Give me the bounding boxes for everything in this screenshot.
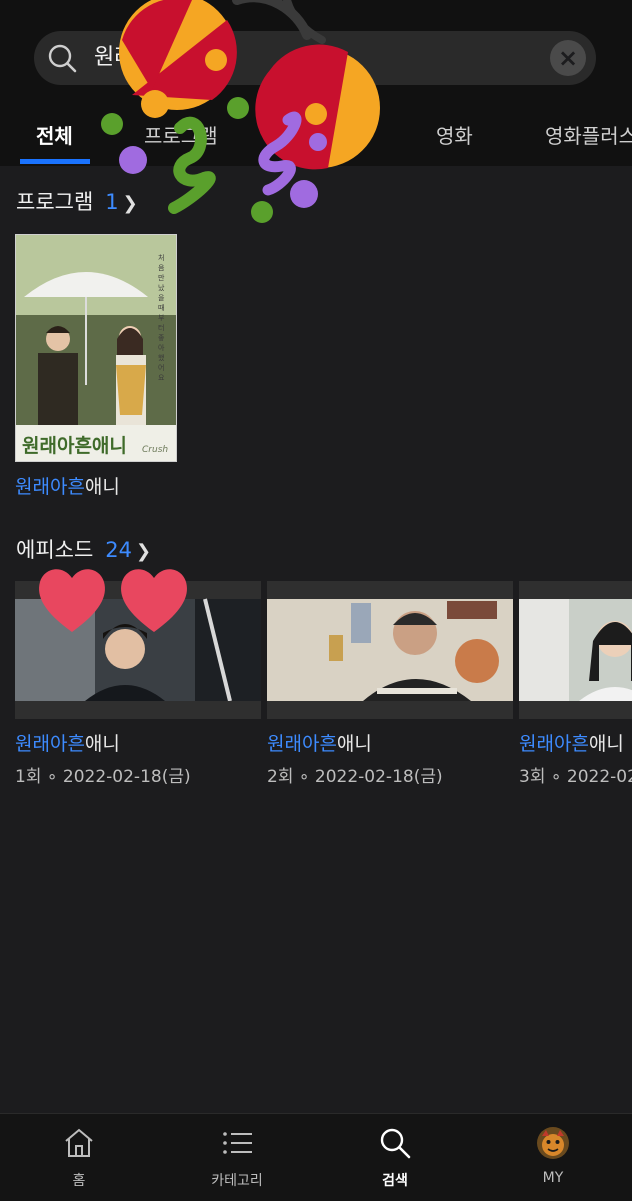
episode-title[interactable]: 원래아흔애니	[519, 729, 632, 756]
episode-title-match: 원래아흔	[15, 733, 85, 755]
nav-home[interactable]: 홈	[29, 1126, 129, 1190]
nav-category-label: 카테고리	[211, 1173, 263, 1189]
search-icon	[48, 44, 77, 73]
episode-title[interactable]: 원래아흔애니	[15, 729, 261, 756]
episode-card[interactable]: 원래아흔애니 3회 ∘ 2022-02	[519, 581, 632, 787]
episodes-section-header[interactable]: 에피소드 24 ❯	[16, 534, 151, 564]
tab-programs[interactable]: 프로그램	[144, 120, 218, 149]
poster-image	[16, 235, 176, 461]
tab-bar: 전체 프로그램 영화 영화플러스	[0, 110, 632, 166]
header: 원래아흔애니 × 전체 프로그램 영화 영화플러스	[0, 0, 632, 166]
episode-meta: 3회 ∘ 2022-02	[519, 767, 632, 787]
nav-category[interactable]: 카테고리	[187, 1126, 287, 1190]
nav-home-label: 홈	[72, 1173, 86, 1189]
episode-meta: 2회 ∘ 2022-02-18(금)	[267, 767, 443, 787]
program-poster[interactable]: 원래아흔애니 Crush 처음 만났을때부터 좋아했어요	[15, 234, 177, 462]
tab-movies-plus[interactable]: 영화플러스	[545, 120, 632, 149]
episode-title-rest: 애니	[588, 733, 624, 755]
hearts-decoration	[39, 569, 187, 632]
tab-all[interactable]: 전체	[36, 120, 73, 149]
episode-card[interactable]: 원래아흔애니 2회 ∘ 2022-02-18(금)	[267, 581, 513, 787]
tab-movies[interactable]: 영화	[436, 120, 473, 149]
nav-search-label: 검색	[382, 1173, 408, 1189]
episode-title-rest: 애니	[84, 733, 120, 755]
programs-section-header[interactable]: 프로그램 1 ❯	[16, 186, 138, 216]
programs-header-label: 프로그램	[16, 190, 94, 214]
episode-meta: 1회 ∘ 2022-02-18(금)	[15, 767, 191, 787]
episode-thumbnail[interactable]	[267, 581, 513, 719]
home-icon	[65, 1128, 93, 1157]
poster-subtitle-text: Crush	[142, 445, 169, 455]
chevron-right-icon: ❯	[122, 193, 138, 214]
nav-my[interactable]: MY	[503, 1126, 603, 1186]
episode-title-rest: 애니	[336, 733, 372, 755]
episodes-count: 24	[105, 538, 133, 562]
episode-thumbnail[interactable]	[519, 581, 632, 719]
search-icon	[380, 1128, 411, 1159]
episode-title-match: 원래아흔	[267, 733, 337, 755]
bottom-navigation: 홈 카테고리 검색 MY	[0, 1113, 632, 1201]
poster-quote-text: 처음 만났을때부터 좋아했어요	[158, 254, 165, 382]
chevron-right-icon: ❯	[136, 541, 152, 562]
program-card[interactable]: 원래아흔애니 Crush 처음 만났을때부터 좋아했어요 원래아흔애니	[15, 234, 177, 499]
episode-image	[519, 581, 632, 719]
program-title-rest: 애니	[84, 476, 120, 498]
poster-title-text: 원래아흔애니	[22, 435, 127, 457]
nav-my-label: MY	[542, 1170, 564, 1186]
list-icon	[223, 1132, 252, 1154]
programs-count: 1	[105, 190, 119, 214]
episode-image	[267, 581, 513, 719]
program-title-match: 원래아흔	[15, 476, 85, 498]
search-bar[interactable]: 원래아흔애니 ×	[34, 31, 596, 85]
avatar	[537, 1127, 569, 1159]
clear-search-button[interactable]: ×	[550, 40, 586, 76]
episode-title[interactable]: 원래아흔애니	[267, 729, 513, 756]
episodes-header-label: 에피소드	[16, 538, 94, 562]
program-title[interactable]: 원래아흔애니	[15, 472, 177, 499]
active-tab-indicator	[20, 159, 90, 164]
search-input[interactable]: 원래아흔애니	[94, 43, 215, 73]
episode-title-match: 원래아흔	[519, 733, 589, 755]
nav-search[interactable]: 검색	[345, 1126, 445, 1190]
